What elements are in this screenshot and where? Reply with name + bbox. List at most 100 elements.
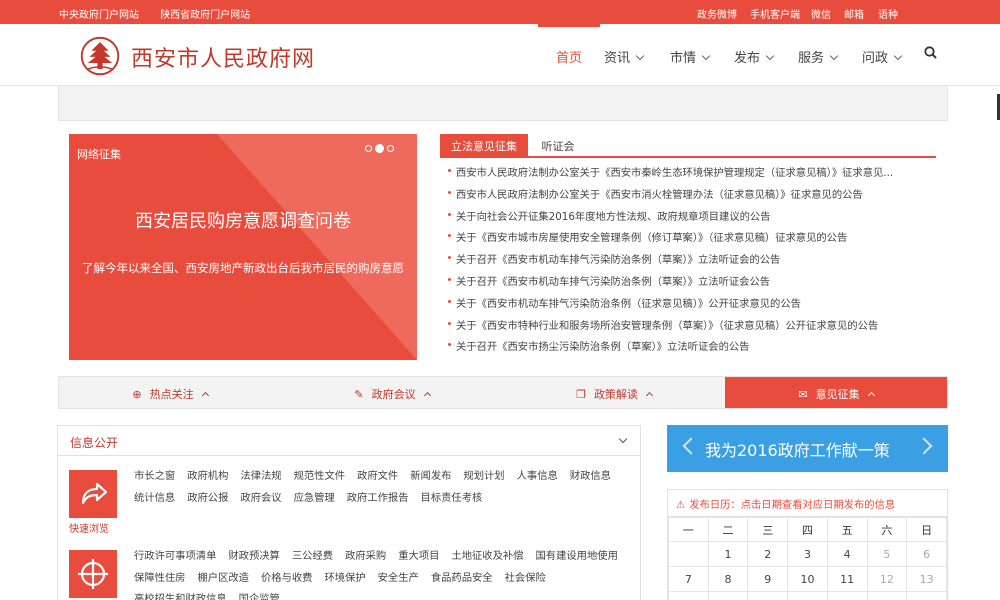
info-link[interactable]: 政府文件 xyxy=(357,466,398,488)
info-link[interactable]: 政府公报 xyxy=(187,488,228,510)
news-item[interactable]: 关于《西安市机动车排气污染防治条例（征求意见稿）》公开征求意见的公告 xyxy=(448,295,936,317)
calendar-day[interactable]: 13 xyxy=(906,566,947,592)
calendar-day[interactable]: 3 xyxy=(787,541,828,567)
link-wechat[interactable]: 微信 xyxy=(811,6,831,21)
logo-icon[interactable] xyxy=(77,36,123,76)
link-language[interactable]: 语种 xyxy=(878,6,898,21)
calendar-day[interactable]: 16 xyxy=(747,591,789,600)
quick-tab-opinion-collection[interactable]: ✉ 意见征集 xyxy=(725,377,947,408)
chevron-down-icon[interactable] xyxy=(618,434,628,444)
calendar-day[interactable]: 2 xyxy=(747,541,789,567)
info-link[interactable]: 财政信息 xyxy=(570,466,611,488)
tab-hearing[interactable]: 听证会 xyxy=(536,134,580,156)
calendar-day[interactable]: 8 xyxy=(707,566,749,592)
info-link[interactable]: 应急管理 xyxy=(294,488,335,510)
info-link[interactable]: 环境保护 xyxy=(324,568,365,590)
info-link[interactable]: 新闻发布 xyxy=(410,466,451,488)
tab-legislative-opinion[interactable]: 立法意见征集 xyxy=(440,134,528,156)
slide-dot[interactable] xyxy=(365,145,372,152)
info-link[interactable]: 国企监管 xyxy=(239,589,280,600)
quick-tab-hot-topics[interactable]: ⊕ 热点关注 xyxy=(59,377,281,408)
calendar-day[interactable]: 10 xyxy=(787,566,828,592)
info-link[interactable]: 财政预决算 xyxy=(228,546,279,568)
info-link[interactable]: 三公经费 xyxy=(292,546,333,568)
nav-services[interactable]: 服务 xyxy=(792,24,856,86)
calendar-day[interactable]: 17 xyxy=(787,591,828,600)
link-email[interactable]: 邮箱 xyxy=(844,6,864,21)
calendar-day[interactable]: 4 xyxy=(826,541,868,567)
news-item[interactable]: 关于向社会公开征集2016年度地方性法规、政府规章项目建议的公告 xyxy=(448,208,936,230)
slide-dot[interactable] xyxy=(387,145,394,152)
promo-banner[interactable]: 我为2016政府工作献一策 xyxy=(667,425,948,472)
chevron-down-icon xyxy=(635,51,645,61)
news-item[interactable]: 西安市人民政府法制办公室关于《西安市秦岭生态环境保护管理规定（征求意见稿）》征求… xyxy=(448,164,936,186)
slide-dot-active[interactable] xyxy=(375,144,384,153)
calendar-day[interactable]: 18 xyxy=(826,591,868,600)
calendar-day[interactable]: 5 xyxy=(866,541,908,567)
quick-tab-policy-interpretation[interactable]: ❐ 政策解读 xyxy=(503,377,725,408)
chevron-left-icon[interactable] xyxy=(682,437,700,455)
chevron-up-icon xyxy=(423,391,431,400)
info-link[interactable]: 高校招生和财政信息 xyxy=(134,589,227,600)
chevron-right-icon[interactable] xyxy=(915,437,933,455)
chevron-up-icon xyxy=(201,391,209,400)
link-weibo[interactable]: 政务微博 xyxy=(697,6,737,21)
news-item[interactable]: 关于《西安市城市房屋使用安全管理条例（修订草案）》（征求意见稿）征求意见的公告 xyxy=(448,229,936,251)
info-link[interactable]: 法律法规 xyxy=(240,466,281,488)
banner-slide[interactable]: 网络征集 西安居民购房意愿调查问卷 了解今年以来全国、西安房地产新政出台后我市居… xyxy=(69,134,417,360)
info-link[interactable]: 重大项目 xyxy=(398,546,439,568)
info-link[interactable]: 规划计划 xyxy=(463,466,504,488)
calendar-day[interactable]: 12 xyxy=(866,566,908,592)
news-item[interactable]: 西安市人民政府法制办公室关于《西安市消火栓管理办法（征求意见稿）》征求意见的公告 xyxy=(448,186,936,208)
info-link[interactable]: 市长之窗 xyxy=(134,466,175,488)
nav-news[interactable]: 资讯 xyxy=(600,24,664,86)
calendar-day[interactable]: 20 xyxy=(906,591,947,600)
nav-publish[interactable]: 发布 xyxy=(728,24,792,86)
info-link[interactable]: 价格与收费 xyxy=(261,568,312,590)
banner-title[interactable]: 西安居民购房意愿调查问卷 xyxy=(69,207,417,233)
nav-home[interactable]: 首页 xyxy=(538,24,600,86)
crosshair-icon[interactable] xyxy=(69,550,117,598)
info-link[interactable]: 棚户区改造 xyxy=(197,568,248,590)
news-item[interactable]: 关于召开《西安市机动车排气污染防治条例（草案）》立法听证会的公告 xyxy=(448,251,936,273)
calendar-day[interactable]: 6 xyxy=(906,541,947,567)
info-link[interactable]: 规范性文件 xyxy=(294,466,345,488)
info-link[interactable]: 统计信息 xyxy=(134,488,175,510)
info-panel-header[interactable]: 信息公开 xyxy=(58,426,640,456)
calendar-day[interactable]: 19 xyxy=(866,591,908,600)
info-link[interactable]: 行政许可事项清单 xyxy=(134,546,216,568)
news-item[interactable]: 关于召开《西安市机动车排气污染防治条例（草案）》立法听证会公告 xyxy=(448,273,936,295)
comments-icon: ✉ xyxy=(798,388,808,401)
info-link[interactable]: 目标责任考核 xyxy=(421,488,483,510)
search-button[interactable] xyxy=(924,24,944,86)
info-link[interactable]: 保障性住房 xyxy=(134,568,185,590)
news-item[interactable]: 关于召开《西安市扬尘污染防治条例（草案）》立法听证会的公告 xyxy=(448,338,936,360)
info-link[interactable]: 安全生产 xyxy=(378,568,419,590)
calendar-day[interactable]: 1 xyxy=(707,541,749,567)
quick-browse-label[interactable]: 快速浏览 xyxy=(69,520,109,535)
site-name[interactable]: 西安市人民政府网 xyxy=(131,41,315,73)
link-mobile-client[interactable]: 手机客户端 xyxy=(750,6,800,21)
calendar-day[interactable]: 7 xyxy=(668,566,709,592)
link-shaanxi-gov[interactable]: 陕西省政府门户网站 xyxy=(160,10,250,21)
link-central-gov[interactable]: 中央政府门户网站 xyxy=(59,10,139,21)
nav-city-info[interactable]: 市情 xyxy=(664,24,728,86)
info-link[interactable]: 土地征收及补偿 xyxy=(451,546,523,568)
info-link[interactable]: 人事信息 xyxy=(517,466,558,488)
share-icon[interactable] xyxy=(69,470,117,518)
info-link[interactable]: 政府工作报告 xyxy=(347,488,409,510)
calendar-day[interactable]: 15 xyxy=(707,591,749,600)
info-link[interactable]: 政府机构 xyxy=(187,466,228,488)
info-link[interactable]: 社会保险 xyxy=(505,568,546,590)
news-item[interactable]: 关于《西安市特种行业和服务场所治安管理条例（草案）》（征求意见稿）公开征求意见的… xyxy=(448,317,936,339)
info-link[interactable]: 政府采购 xyxy=(345,546,386,568)
calendar-day[interactable]: 14 xyxy=(668,591,709,600)
nav-inquiry[interactable]: 问政 xyxy=(856,24,924,86)
calendar-day[interactable]: 11 xyxy=(826,566,868,592)
calendar-day[interactable]: 9 xyxy=(747,566,789,592)
info-link[interactable]: 国有建设用地使用 xyxy=(536,546,618,568)
info-link[interactable]: 政府会议 xyxy=(240,488,281,510)
weekday-label: 六 xyxy=(866,517,908,542)
info-link[interactable]: 食品药品安全 xyxy=(431,568,493,590)
quick-tab-gov-meetings[interactable]: ✎ 政府会议 xyxy=(281,377,503,408)
